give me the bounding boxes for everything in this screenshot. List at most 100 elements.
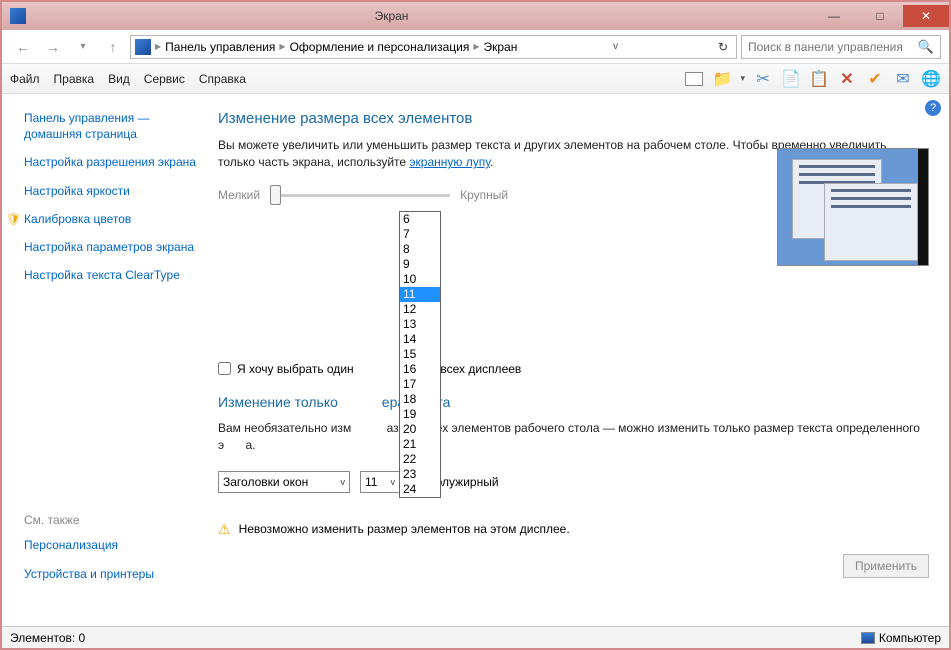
warning-text: Невозможно изменить размер элементов на … bbox=[239, 522, 570, 536]
display-preview bbox=[777, 148, 929, 266]
toolbar: 📁 ▾ ✂ 📄 📋 ✕ ✔ ✉ 🌐 bbox=[684, 69, 941, 89]
folder-dropdown-icon[interactable]: ▾ bbox=[740, 73, 745, 84]
slider-label-small: Мелкий bbox=[218, 188, 260, 202]
chevron-icon: ▶ bbox=[279, 42, 285, 51]
status-elements: Элементов: 0 bbox=[10, 631, 85, 645]
window-root: Экран — □ ✕ ← → ▾ ↑ ▶ Панель управления … bbox=[0, 0, 951, 650]
size-option[interactable]: 8 bbox=[400, 242, 440, 257]
size-option[interactable]: 11 bbox=[400, 287, 440, 302]
size-option[interactable]: 12 bbox=[400, 302, 440, 317]
sidebar-color-calibration[interactable]: Калибровка цветов bbox=[24, 211, 210, 227]
main-panel: Изменение размера всех элементов Вы може… bbox=[218, 94, 949, 626]
heading-text-size: Изменение только ера текста bbox=[218, 394, 925, 410]
menu-file[interactable]: Файл bbox=[10, 72, 40, 86]
mail-icon[interactable]: ✉ bbox=[893, 69, 913, 89]
search-box[interactable]: 🔍 bbox=[741, 35, 941, 59]
menu-help[interactable]: Справка bbox=[199, 72, 246, 86]
statusbar: Элементов: 0 Компьютер bbox=[2, 626, 949, 648]
sidebar-brightness[interactable]: Настройка яркости bbox=[24, 183, 210, 199]
menu-service[interactable]: Сервис bbox=[144, 72, 185, 86]
size-option[interactable]: 21 bbox=[400, 437, 440, 452]
warning-icon: ⚠ bbox=[218, 521, 231, 538]
slider-label-large: Крупный bbox=[460, 188, 508, 202]
breadcrumb-dropdown[interactable]: v bbox=[609, 41, 622, 52]
font-row: Заголовки окон v 11 v Полужирный bbox=[218, 471, 925, 493]
maximize-button[interactable]: □ bbox=[857, 5, 903, 27]
size-option[interactable]: 16 bbox=[400, 362, 440, 377]
checkbox-one-scale-input[interactable] bbox=[218, 362, 231, 375]
size-option[interactable]: 20 bbox=[400, 422, 440, 437]
breadcrumb-item[interactable]: Экран bbox=[483, 40, 517, 54]
size-option[interactable]: 7 bbox=[400, 227, 440, 242]
size-option[interactable]: 6 bbox=[400, 212, 440, 227]
heading-resize-all: Изменение размера всех элементов bbox=[218, 110, 925, 127]
checkbox-one-scale[interactable]: Я хочу выбрать один аб для всех дисплеев bbox=[218, 362, 925, 376]
menu-view[interactable]: Вид bbox=[108, 72, 130, 86]
view-pane-icon[interactable] bbox=[684, 69, 704, 89]
slider-thumb[interactable] bbox=[270, 185, 281, 205]
nav-bar: ← → ▾ ↑ ▶ Панель управления ▶ Оформление… bbox=[2, 30, 949, 64]
see-also-label: См. также bbox=[24, 513, 210, 527]
checkmark-icon[interactable]: ✔ bbox=[865, 69, 885, 89]
content: ? Панель управления — домашняя страница … bbox=[2, 94, 949, 626]
breadcrumb[interactable]: ▶ Панель управления ▶ Оформление и персо… bbox=[130, 35, 737, 59]
clipboard-icon[interactable]: 📋 bbox=[809, 69, 829, 89]
size-option[interactable]: 19 bbox=[400, 407, 440, 422]
size-select[interactable]: 11 v bbox=[360, 471, 400, 493]
copy-icon[interactable]: 📄 bbox=[781, 69, 801, 89]
chevron-down-icon: v bbox=[391, 477, 396, 487]
size-option[interactable]: 22 bbox=[400, 452, 440, 467]
window-buttons: — □ ✕ bbox=[811, 5, 949, 27]
chevron-icon: ▶ bbox=[155, 42, 161, 51]
breadcrumb-item[interactable]: Оформление и персонализация bbox=[290, 40, 470, 54]
delete-icon[interactable]: ✕ bbox=[837, 69, 857, 89]
size-option[interactable]: 24 bbox=[400, 482, 440, 497]
desc-text-size: Вам необязательно изм азмер всех элемент… bbox=[218, 420, 925, 455]
menubar: Файл Правка Вид Сервис Справка 📁 ▾ ✂ 📄 📋… bbox=[2, 64, 949, 94]
sidebar-home[interactable]: Панель управления — домашняя страница bbox=[24, 110, 210, 142]
apply-button[interactable]: Применить bbox=[843, 554, 929, 578]
warning-row: ⚠ Невозможно изменить размер элементов н… bbox=[218, 521, 925, 538]
back-button[interactable]: ← bbox=[10, 34, 36, 60]
folder-icon[interactable]: 📁 bbox=[712, 69, 732, 89]
sidebar-devices[interactable]: Устройства и принтеры bbox=[24, 566, 210, 582]
up-button[interactable]: ↑ bbox=[100, 34, 126, 60]
search-icon[interactable]: 🔍 bbox=[918, 39, 934, 55]
breadcrumb-item[interactable]: Панель управления bbox=[165, 40, 275, 54]
checkbox-one-scale-label-a: Я хочу выбрать один bbox=[237, 362, 354, 376]
size-option[interactable]: 10 bbox=[400, 272, 440, 287]
size-option[interactable]: 14 bbox=[400, 332, 440, 347]
size-option[interactable]: 9 bbox=[400, 257, 440, 272]
size-option[interactable]: 17 bbox=[400, 377, 440, 392]
close-button[interactable]: ✕ bbox=[903, 5, 949, 27]
chevron-down-icon: v bbox=[341, 477, 346, 487]
forward-button[interactable]: → bbox=[40, 34, 66, 60]
sidebar-cleartype[interactable]: Настройка текста ClearType bbox=[24, 267, 210, 283]
cut-icon[interactable]: ✂ bbox=[753, 69, 773, 89]
item-select[interactable]: Заголовки окон v bbox=[218, 471, 350, 493]
sidebar-resolution[interactable]: Настройка разрешения экрана bbox=[24, 154, 210, 170]
size-option[interactable]: 13 bbox=[400, 317, 440, 332]
size-slider[interactable] bbox=[270, 194, 450, 197]
size-option[interactable]: 23 bbox=[400, 467, 440, 482]
status-location: Компьютер bbox=[879, 631, 941, 645]
sidebar-personalization[interactable]: Персонализация bbox=[24, 537, 210, 553]
dropdown-history-button[interactable]: ▾ bbox=[70, 34, 96, 60]
monitor-icon bbox=[135, 39, 151, 55]
computer-icon bbox=[861, 632, 875, 644]
size-dropdown-list[interactable]: 6789101112131415161718192021222324 bbox=[399, 211, 441, 498]
size-option[interactable]: 18 bbox=[400, 392, 440, 407]
status-right: Компьютер bbox=[861, 631, 941, 645]
size-option[interactable]: 15 bbox=[400, 347, 440, 362]
refresh-button[interactable]: ↻ bbox=[714, 40, 732, 54]
magnifier-link[interactable]: экранную лупу bbox=[409, 155, 490, 169]
chevron-icon: ▶ bbox=[473, 42, 479, 51]
preview-window bbox=[824, 183, 918, 261]
minimize-button[interactable]: — bbox=[811, 5, 857, 27]
sidebar: Панель управления — домашняя страница На… bbox=[2, 94, 218, 626]
menu-edit[interactable]: Правка bbox=[54, 72, 95, 86]
search-input[interactable] bbox=[748, 40, 918, 54]
sidebar-screen-params[interactable]: Настройка параметров экрана bbox=[24, 239, 210, 255]
globe-icon[interactable]: 🌐 bbox=[921, 69, 941, 89]
titlebar: Экран — □ ✕ bbox=[2, 2, 949, 30]
